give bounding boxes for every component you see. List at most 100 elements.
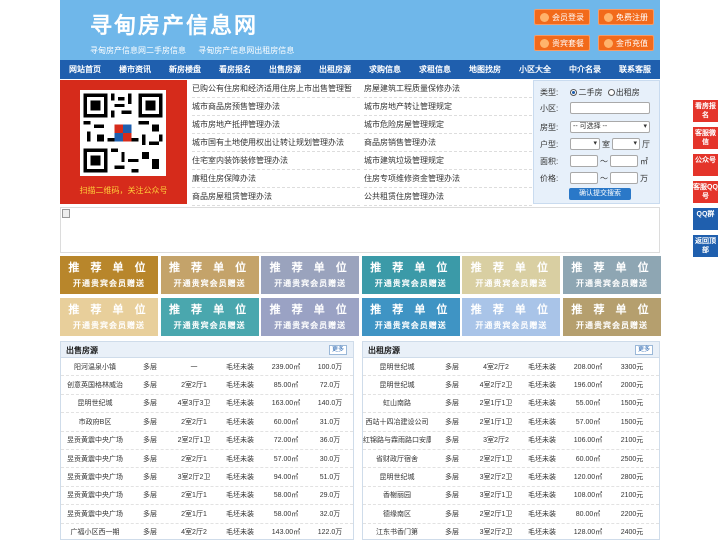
housetype-select[interactable]: -- 可选择 -- xyxy=(570,121,650,133)
community-cell[interactable]: 香榭丽园 xyxy=(363,490,431,500)
recommend-tile[interactable]: 推 荐 单 位开通贵宾会员赠送 xyxy=(361,298,460,336)
room-select[interactable] xyxy=(570,138,600,150)
community-cell[interactable]: 西站十四冶建设公司 xyxy=(363,417,431,427)
recommend-tile[interactable]: 推 荐 单 位开通贵宾会员赠送 xyxy=(261,256,360,294)
community-cell[interactable]: 创意英国格林威治 xyxy=(61,380,129,390)
community-cell[interactable]: 昆明世纪城 xyxy=(363,362,431,372)
nav-agents[interactable]: 中介名录 xyxy=(560,60,610,79)
regulation-link[interactable]: 城市房地产转让管理规定 xyxy=(364,98,532,116)
regulation-link[interactable]: 城市房地产抵押管理办法 xyxy=(192,116,360,134)
more-button[interactable]: 更多 xyxy=(634,345,653,355)
community-cell[interactable]: 德缘南区 xyxy=(363,509,431,519)
recommend-tile[interactable]: 推 荐 单 位开通贵宾会员赠送 xyxy=(160,256,259,294)
recommend-tile[interactable]: 推 荐 单 位开通贵宾会员赠送 xyxy=(563,256,661,294)
community-cell[interactable]: 昱贡黄震中央广场 xyxy=(61,454,129,464)
community-cell[interactable]: 阳河温泉小镇 xyxy=(61,362,129,372)
float-service-qq[interactable]: 客服QQ号 xyxy=(693,181,718,203)
community-cell[interactable]: 红锦路与霖雨路口安康 xyxy=(363,435,431,445)
recommend-tile[interactable]: 推 荐 单 位开通贵宾会员赠送 xyxy=(261,298,360,336)
regulation-link[interactable]: 城市国有土地使用权出让转让规划管理办法 xyxy=(192,134,360,152)
nav-map-search[interactable]: 地图找房 xyxy=(460,60,510,79)
recommend-tile[interactable]: 推 荐 单 位开通贵宾会员赠送 xyxy=(60,256,158,294)
nav-contact-service[interactable]: 联系客服 xyxy=(610,60,660,79)
recommend-tile[interactable]: 推 荐 单 位开通贵宾会员赠送 xyxy=(563,298,661,336)
site-title[interactable]: 寻甸房产信息网 xyxy=(90,8,258,40)
nav-wanted-rent[interactable]: 求租信息 xyxy=(410,60,460,79)
hall-select[interactable] xyxy=(612,138,640,150)
community-cell[interactable]: 昆明世纪城 xyxy=(363,472,431,482)
price-max-input[interactable] xyxy=(610,172,638,184)
regulation-link[interactable]: 商品房屋租赁管理办法 xyxy=(192,188,360,206)
member-login-button[interactable]: 会员登录 xyxy=(534,9,590,25)
listing-row[interactable]: 创意英国格林威治 多层 2室2厅1 毛坯未装 85.00㎡ 72.0万 xyxy=(61,376,353,395)
nav-wanted-buy[interactable]: 求购信息 xyxy=(360,60,410,79)
listing-row[interactable]: 昆明世纪城 多层 3室2厅2卫 毛坯未装 120.00㎡ 2800元 xyxy=(363,468,659,487)
community-cell[interactable]: 广福小区西一期 xyxy=(61,527,129,537)
community-cell[interactable]: 昱贡黄震中央广场 xyxy=(61,435,129,445)
area-min-input[interactable] xyxy=(570,155,598,167)
more-button[interactable]: 更多 xyxy=(328,345,347,355)
type-radio-sale[interactable]: 二手房 xyxy=(570,88,602,97)
float-back-to-top[interactable]: 返回顶部 xyxy=(693,235,718,257)
community-cell[interactable]: 昱贡黄震中央广场 xyxy=(61,472,129,482)
listing-row[interactable]: 昱贡黄震中央广场 多层 2室2厅1卫 毛坯未装 72.00㎡ 36.0万 xyxy=(61,432,353,450)
regulation-link[interactable]: 公共租赁住房管理办法 xyxy=(364,188,532,206)
listing-row[interactable]: 昆明世纪城 多层 4室2厅2卫 毛坯未装 196.00㎡ 2000元 xyxy=(363,376,659,395)
recommend-tile[interactable]: 推 荐 单 位开通贵宾会员赠送 xyxy=(361,256,460,294)
float-viewing-signup[interactable]: 看房报名 xyxy=(693,100,718,122)
nav-sale-listings[interactable]: 出售房源 xyxy=(260,60,310,79)
nav-viewing-signup[interactable]: 看房报名 xyxy=(210,60,260,79)
listing-row[interactable]: 德缘南区 多层 2室2厅1卫 毛坯未装 80.00㎡ 2200元 xyxy=(363,505,659,524)
subtitle-link-sale[interactable]: 寻甸房产信息网二手房信息 xyxy=(90,46,186,55)
regulation-link[interactable]: 商品房销售管理办法 xyxy=(364,134,532,152)
type-radio-rent[interactable]: 出租房 xyxy=(607,88,640,97)
nav-new-homes[interactable]: 新房楼盘 xyxy=(160,60,210,79)
listing-row[interactable]: 阳河温泉小镇 多层 一 毛坯未装 239.00㎡ 100.0万 xyxy=(61,358,353,377)
float-qq-group[interactable]: QQ群 xyxy=(693,208,718,230)
free-register-button[interactable]: 免费注册 xyxy=(598,9,654,25)
community-cell[interactable]: 昆明世纪城 xyxy=(61,398,129,408)
nav-rent-listings[interactable]: 出租房源 xyxy=(310,60,360,79)
nav-news[interactable]: 楼市资讯 xyxy=(110,60,160,79)
recommend-tile[interactable]: 推 荐 单 位开通贵宾会员赠送 xyxy=(462,298,561,336)
community-cell[interactable]: 昱贡黄震中央广场 xyxy=(61,509,129,519)
community-cell[interactable]: 市政府B区 xyxy=(61,417,129,427)
coin-recharge-button[interactable]: 金币充值 xyxy=(598,35,654,51)
recommend-tile[interactable]: 推 荐 单 位开通贵宾会员赠送 xyxy=(160,298,259,336)
listing-row[interactable]: 广福小区西一期 多层 4室2厅2 毛坯未装 143.00㎡ 122.0万 xyxy=(61,524,353,539)
search-submit-button[interactable]: 确认提交搜索 xyxy=(569,188,631,200)
listing-row[interactable]: 昆明世纪城 多层 4室3厅3卫 毛坯未装 163.00㎡ 140.0万 xyxy=(61,395,353,414)
community-cell[interactable]: 昆明世纪城 xyxy=(363,380,431,390)
community-cell[interactable]: 江东书香门第 xyxy=(363,527,431,537)
float-service-wechat[interactable]: 客服微信 xyxy=(693,127,718,149)
community-input[interactable] xyxy=(570,102,650,114)
nav-communities[interactable]: 小区大全 xyxy=(510,60,560,79)
community-cell[interactable]: 昱贡黄震中央广场 xyxy=(61,490,129,500)
listing-row[interactable]: 江东书香门第 多层 3室2厅2卫 毛坯未装 128.00㎡ 2400元 xyxy=(363,524,659,539)
listing-row[interactable]: 省财政厅宿舍 多层 2室2厅1卫 毛坯未装 60.00㎡ 2500元 xyxy=(363,450,659,469)
listing-row[interactable]: 昆明世纪城 多层 4室2厅2 毛坯未装 208.00㎡ 3300元 xyxy=(363,358,659,377)
community-cell[interactable]: 虹山南路 xyxy=(363,398,431,408)
regulation-link[interactable]: 城市危险房屋管理规定 xyxy=(364,116,532,134)
price-min-input[interactable] xyxy=(570,172,598,184)
listing-row[interactable]: 昱贡黄震中央广场 多层 3室2厅2卫 毛坯未装 94.00㎡ 51.0万 xyxy=(61,468,353,487)
banner-ad[interactable] xyxy=(60,207,660,253)
regulation-link[interactable]: 房屋建筑工程质量保修办法 xyxy=(364,80,532,98)
nav-home[interactable]: 网站首页 xyxy=(60,60,110,79)
vip-package-button[interactable]: 贵宾套餐 xyxy=(534,35,590,51)
community-cell[interactable]: 省财政厅宿舍 xyxy=(363,454,431,464)
listing-row[interactable]: 市政府B区 多层 2室2厅1 毛坯未装 60.00㎡ 31.0万 xyxy=(61,413,353,432)
regulation-link[interactable]: 城市商品房预售管理办法 xyxy=(192,98,360,116)
listing-row[interactable]: 香榭丽园 多层 3室2厅1卫 毛坯未装 108.00㎡ 2100元 xyxy=(363,487,659,506)
listing-row[interactable]: 红锦路与霖雨路口安康 多层 3室2厅2 毛坯未装 106.00㎡ 2100元 xyxy=(363,432,659,450)
recommend-tile[interactable]: 推 荐 单 位开通贵宾会员赠送 xyxy=(462,256,561,294)
float-official-account[interactable]: 公众号 xyxy=(693,154,718,176)
listing-row[interactable]: 虹山南路 多层 2室1厅1卫 毛坯未装 55.00㎡ 1500元 xyxy=(363,395,659,414)
regulation-link[interactable]: 住房专项维修资金管理办法 xyxy=(364,170,532,188)
listing-row[interactable]: 西站十四冶建设公司 多层 2室1厅1卫 毛坯未装 57.00㎡ 1500元 xyxy=(363,413,659,432)
regulation-link[interactable]: 已购公有住房和经济适用住房上市出售管理暂 xyxy=(192,80,360,98)
regulation-link[interactable]: 廉租住房保障办法 xyxy=(192,170,360,188)
listing-row[interactable]: 昱贡黄震中央广场 多层 2室1厅1 毛坯未装 58.00㎡ 32.0万 xyxy=(61,505,353,524)
subtitle-link-rent[interactable]: 寻甸房产信息网出租房信息 xyxy=(198,46,294,55)
listing-row[interactable]: 昱贡黄震中央广场 多层 2室2厅1 毛坯未装 57.00㎡ 30.0万 xyxy=(61,450,353,469)
